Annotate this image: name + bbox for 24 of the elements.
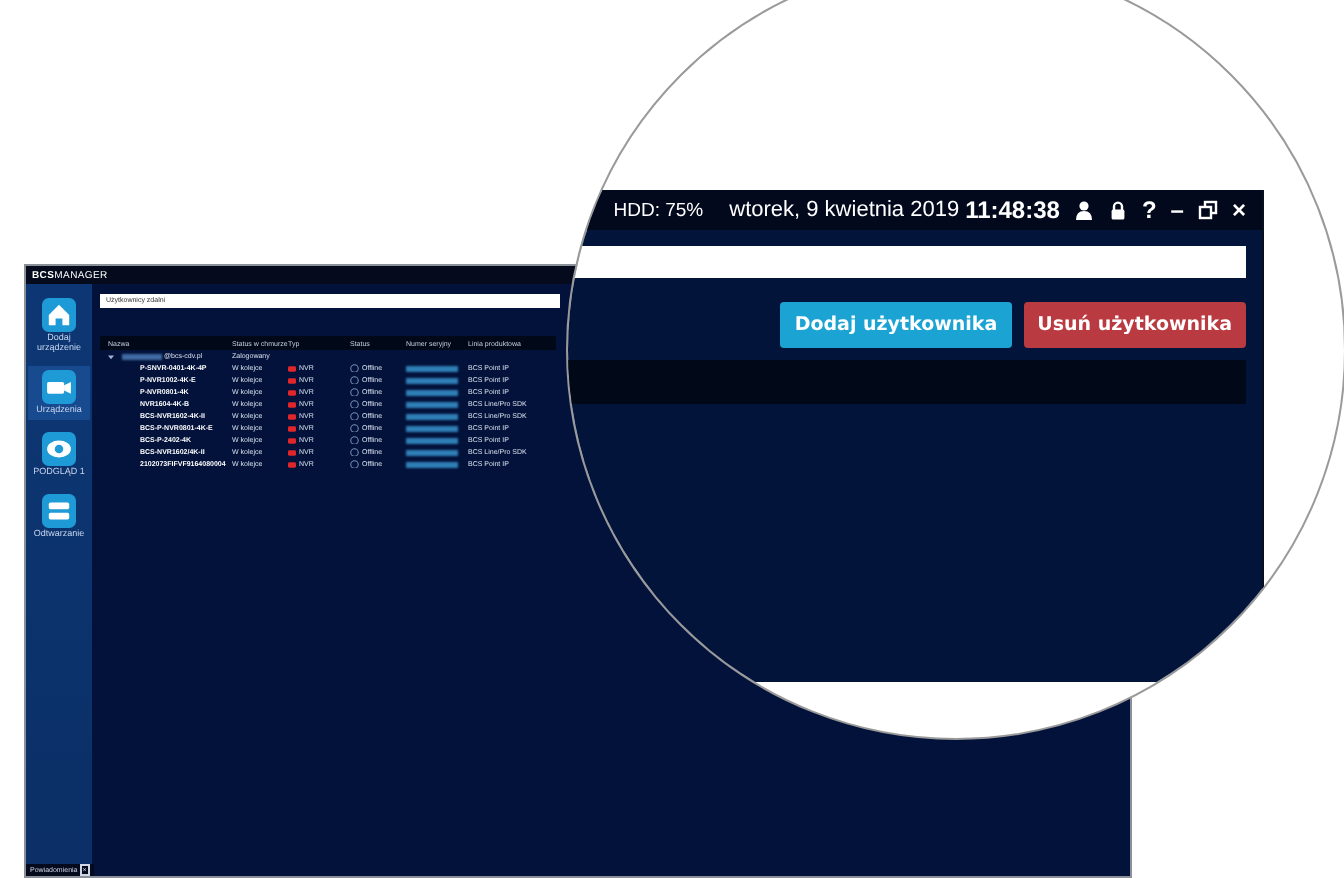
close-button[interactable]: × [1231, 196, 1246, 224]
blurred-serial [406, 437, 458, 443]
help-button[interactable]: ? [1141, 196, 1157, 224]
disk-usage: HDD: 75% [613, 199, 704, 221]
device-icon [42, 493, 76, 528]
blurred-serial [406, 365, 458, 371]
home-icon [42, 298, 76, 332]
remove-user-button[interactable]: Usuń użytkownika [1023, 302, 1246, 348]
blurred-serial [406, 449, 458, 455]
blurred-serial [406, 413, 458, 419]
blurred-serial [406, 389, 458, 395]
user-icon[interactable] [1073, 200, 1094, 220]
minimize-button[interactable]: – [1170, 196, 1184, 224]
blurred-email [121, 353, 161, 359]
camera-icon [42, 369, 76, 404]
clock: 11:48:38 [965, 196, 1060, 224]
restore-icon[interactable] [1197, 200, 1218, 220]
blurred-serial [406, 461, 458, 467]
eye-icon [42, 431, 76, 466]
blurred-serial [406, 377, 458, 383]
lock-icon[interactable] [1107, 200, 1128, 220]
date-label: wtorek, 9 kwietnia 2019 [729, 198, 960, 222]
blurred-serial [406, 425, 458, 431]
blurred-serial [406, 401, 458, 407]
